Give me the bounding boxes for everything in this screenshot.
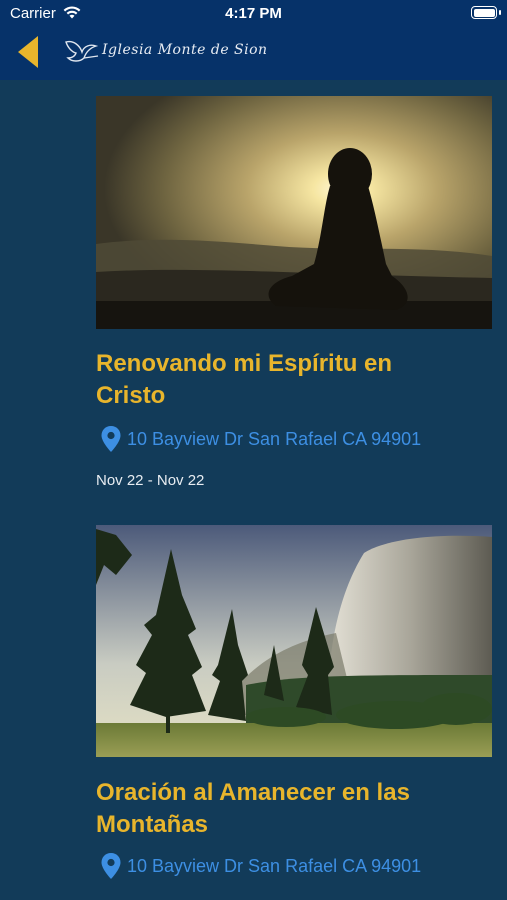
event-image-2[interactable] xyxy=(96,525,492,757)
forest-mountain-image xyxy=(96,525,492,757)
nav-bar: Iglesia Monte de Sion xyxy=(0,28,507,80)
address-link[interactable]: 10 Bayview Dr San Rafael CA 94901 xyxy=(127,429,421,450)
header: Carrier 4:17 PM Iglesia Monte de Sion xyxy=(0,0,507,80)
dove-logo-icon xyxy=(65,40,99,62)
back-button[interactable] xyxy=(12,34,46,70)
event-title-2[interactable]: Oración al Amanecer en las Montañas xyxy=(96,777,426,841)
address-link[interactable]: 10 Bayview Dr San Rafael CA 94901 xyxy=(127,856,421,877)
map-pin-icon xyxy=(101,853,121,879)
sunset-silhouette-image xyxy=(96,96,492,329)
brand-name: Iglesia Monte de Sion xyxy=(102,42,268,58)
battery-tip xyxy=(499,10,501,15)
event-title-1[interactable]: Renovando mi Espíritu en Cristo xyxy=(96,348,426,412)
status-bar: Carrier 4:17 PM xyxy=(0,0,507,28)
event-date-1: Nov 22 - Nov 22 xyxy=(96,472,205,489)
battery-icon xyxy=(471,6,497,19)
map-pin-icon xyxy=(101,426,121,452)
event-image-1[interactable] xyxy=(96,96,492,329)
clock: 4:17 PM xyxy=(225,5,282,22)
